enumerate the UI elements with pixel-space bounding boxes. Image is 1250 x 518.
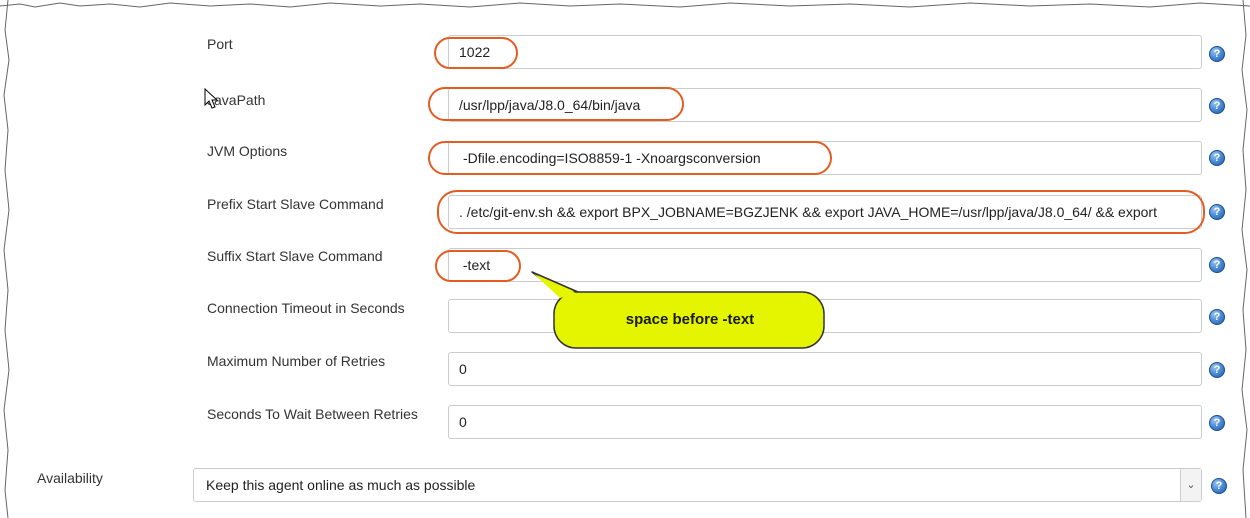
prefix-command-input[interactable]: . /etc/git-env.sh && export BPX_JOBNAME=… bbox=[448, 195, 1202, 229]
connection-timeout-label: Connection Timeout in Seconds bbox=[207, 300, 405, 316]
javapath-input[interactable]: /usr/lpp/java/J8.0_64/bin/java bbox=[448, 88, 1202, 122]
port-input[interactable]: 1022 bbox=[448, 35, 1202, 69]
retry-wait-label: Seconds To Wait Between Retries bbox=[207, 406, 418, 422]
suffix-command-help-icon[interactable]: ? bbox=[1209, 257, 1225, 273]
port-label: Port bbox=[207, 36, 233, 52]
jvm-options-input[interactable]: -Dfile.encoding=ISO8859-1 -Xnoargsconver… bbox=[448, 141, 1202, 175]
availability-label: Availability bbox=[37, 470, 103, 486]
connection-timeout-help-icon[interactable]: ? bbox=[1209, 309, 1225, 325]
torn-edge-right bbox=[1241, 0, 1248, 518]
prefix-command-help-icon[interactable]: ? bbox=[1209, 204, 1225, 220]
availability-help-icon[interactable]: ? bbox=[1211, 478, 1227, 494]
javapath-help-icon[interactable]: ? bbox=[1209, 98, 1225, 114]
jvm-options-help-icon[interactable]: ? bbox=[1209, 150, 1225, 166]
mouse-cursor-icon bbox=[204, 88, 218, 109]
jvm-options-label: JVM Options bbox=[207, 143, 288, 159]
port-help-icon[interactable]: ? bbox=[1209, 46, 1225, 62]
callout-text: space before -text bbox=[625, 311, 755, 328]
max-retries-help-icon[interactable]: ? bbox=[1209, 362, 1225, 378]
torn-edge-left bbox=[3, 0, 10, 518]
retry-wait-input[interactable]: 0 bbox=[448, 405, 1202, 439]
chevron-down-icon[interactable]: ⌄ bbox=[1180, 469, 1201, 501]
torn-edge-top bbox=[0, 2, 1250, 8]
suffix-command-label: Suffix Start Slave Command bbox=[207, 248, 383, 264]
availability-select[interactable]: Keep this agent online as much as possib… bbox=[193, 468, 1202, 502]
max-retries-label: Maximum Number of Retries bbox=[207, 353, 386, 369]
retry-wait-help-icon[interactable]: ? bbox=[1209, 415, 1225, 431]
prefix-command-label: Prefix Start Slave Command bbox=[207, 196, 384, 212]
availability-selected-value: Keep this agent online as much as possib… bbox=[206, 477, 476, 493]
